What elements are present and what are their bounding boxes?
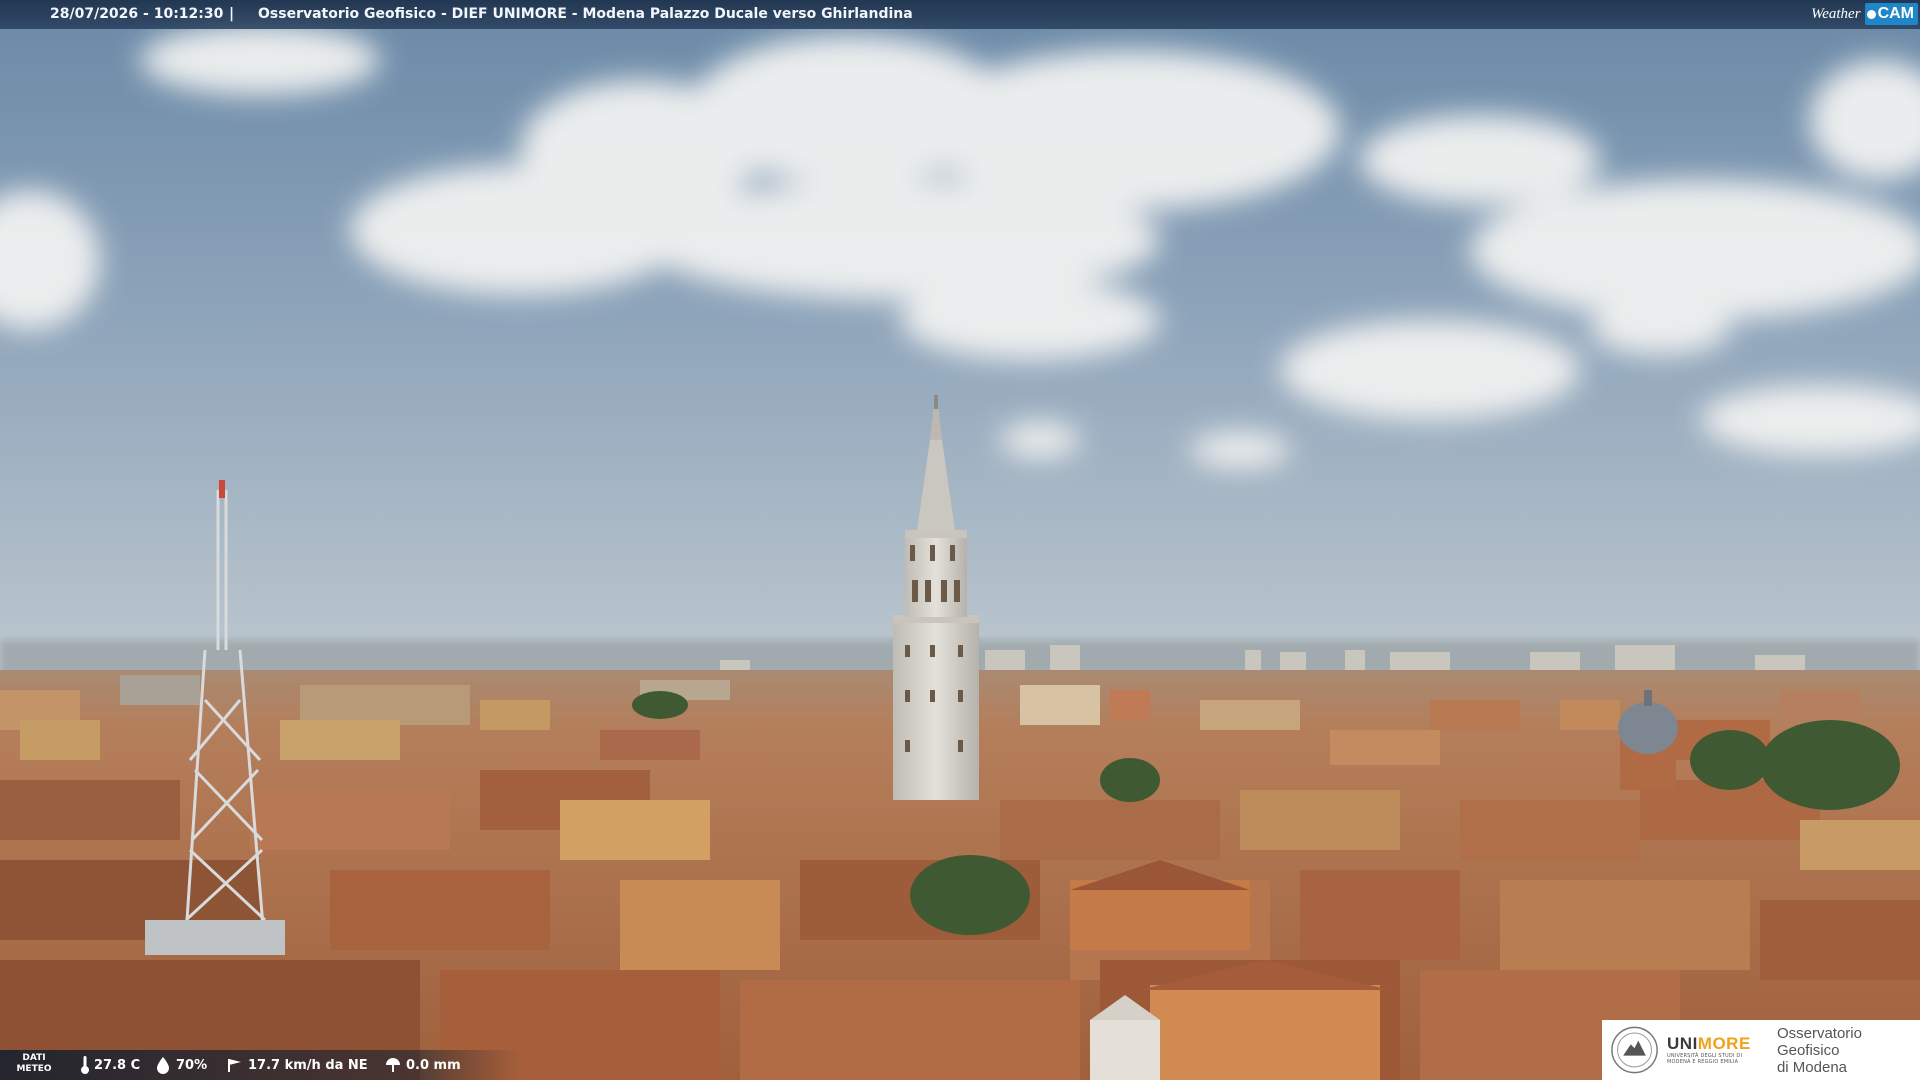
- university-seal-icon: [1611, 1026, 1658, 1074]
- wordmark-more: MORE: [1697, 1034, 1751, 1053]
- observatory-name: Osservatorio Geofisico di Modena: [1777, 1025, 1920, 1076]
- rain-value: 0.0 mm: [406, 1057, 461, 1073]
- brand-cam-badge: CAM: [1864, 3, 1918, 25]
- observatory-name-line1: Osservatorio Geofisico: [1776, 1024, 1862, 1059]
- timestamp: 28/07/2026 - 10:12:30: [50, 6, 224, 22]
- weathercam-logo: Weather CAM: [1805, 2, 1918, 26]
- unimore-subline: UNIVERSITÀ DEGLI STUDI DI MODENA E REGGI…: [1667, 1053, 1743, 1065]
- wind-value: 17.7 km/h da NE: [248, 1057, 368, 1073]
- temperature-reading: 27.8 C: [80, 1050, 140, 1080]
- camera-info-bar: 28/07/2026 - 10:12:30 | Osservatorio Geo…: [0, 0, 1920, 29]
- brand-weather-text: Weather: [1811, 5, 1861, 22]
- camera-location-title: Osservatorio Geofisico - DIEF UNIMORE - …: [258, 6, 913, 22]
- thermometer-icon: [81, 1056, 89, 1074]
- meteo-label: DATI METEO: [16, 1053, 52, 1074]
- unimore-wordmark: UNIMORE: [1667, 1035, 1767, 1053]
- wind-reading: 17.7 km/h da NE: [226, 1050, 368, 1080]
- wind-icon: [228, 1059, 241, 1072]
- title-separator: |: [229, 6, 235, 22]
- humidity-reading: 70%: [154, 1050, 207, 1080]
- temperature-value: 27.8 C: [94, 1057, 141, 1073]
- wordmark-uni: UNI: [1667, 1034, 1698, 1053]
- observatory-name-line2: di Modena: [1776, 1058, 1848, 1076]
- humidity-icon: [157, 1057, 169, 1074]
- webcam-view: 28/07/2026 - 10:12:30 | Osservatorio Geo…: [0, 0, 1920, 1080]
- brand-cam-text: CAM: [1877, 5, 1914, 22]
- meteo-data-bar: DATI METEO 27.8 C 70% 17.7 km/h da NE 0.…: [0, 1050, 520, 1080]
- unimore-wordmark-block: UNIMORE UNIVERSITÀ DEGLI STUDI DI MODENA…: [1667, 1035, 1767, 1066]
- city-panorama: [0, 0, 1920, 1080]
- rain-icon: [386, 1058, 400, 1072]
- unimore-logo-box: UNIMORE UNIVERSITÀ DEGLI STUDI DI MODENA…: [1602, 1020, 1920, 1080]
- humidity-value: 70%: [176, 1057, 208, 1073]
- brand-dot-icon: [1866, 9, 1876, 19]
- rain-reading: 0.0 mm: [384, 1050, 461, 1080]
